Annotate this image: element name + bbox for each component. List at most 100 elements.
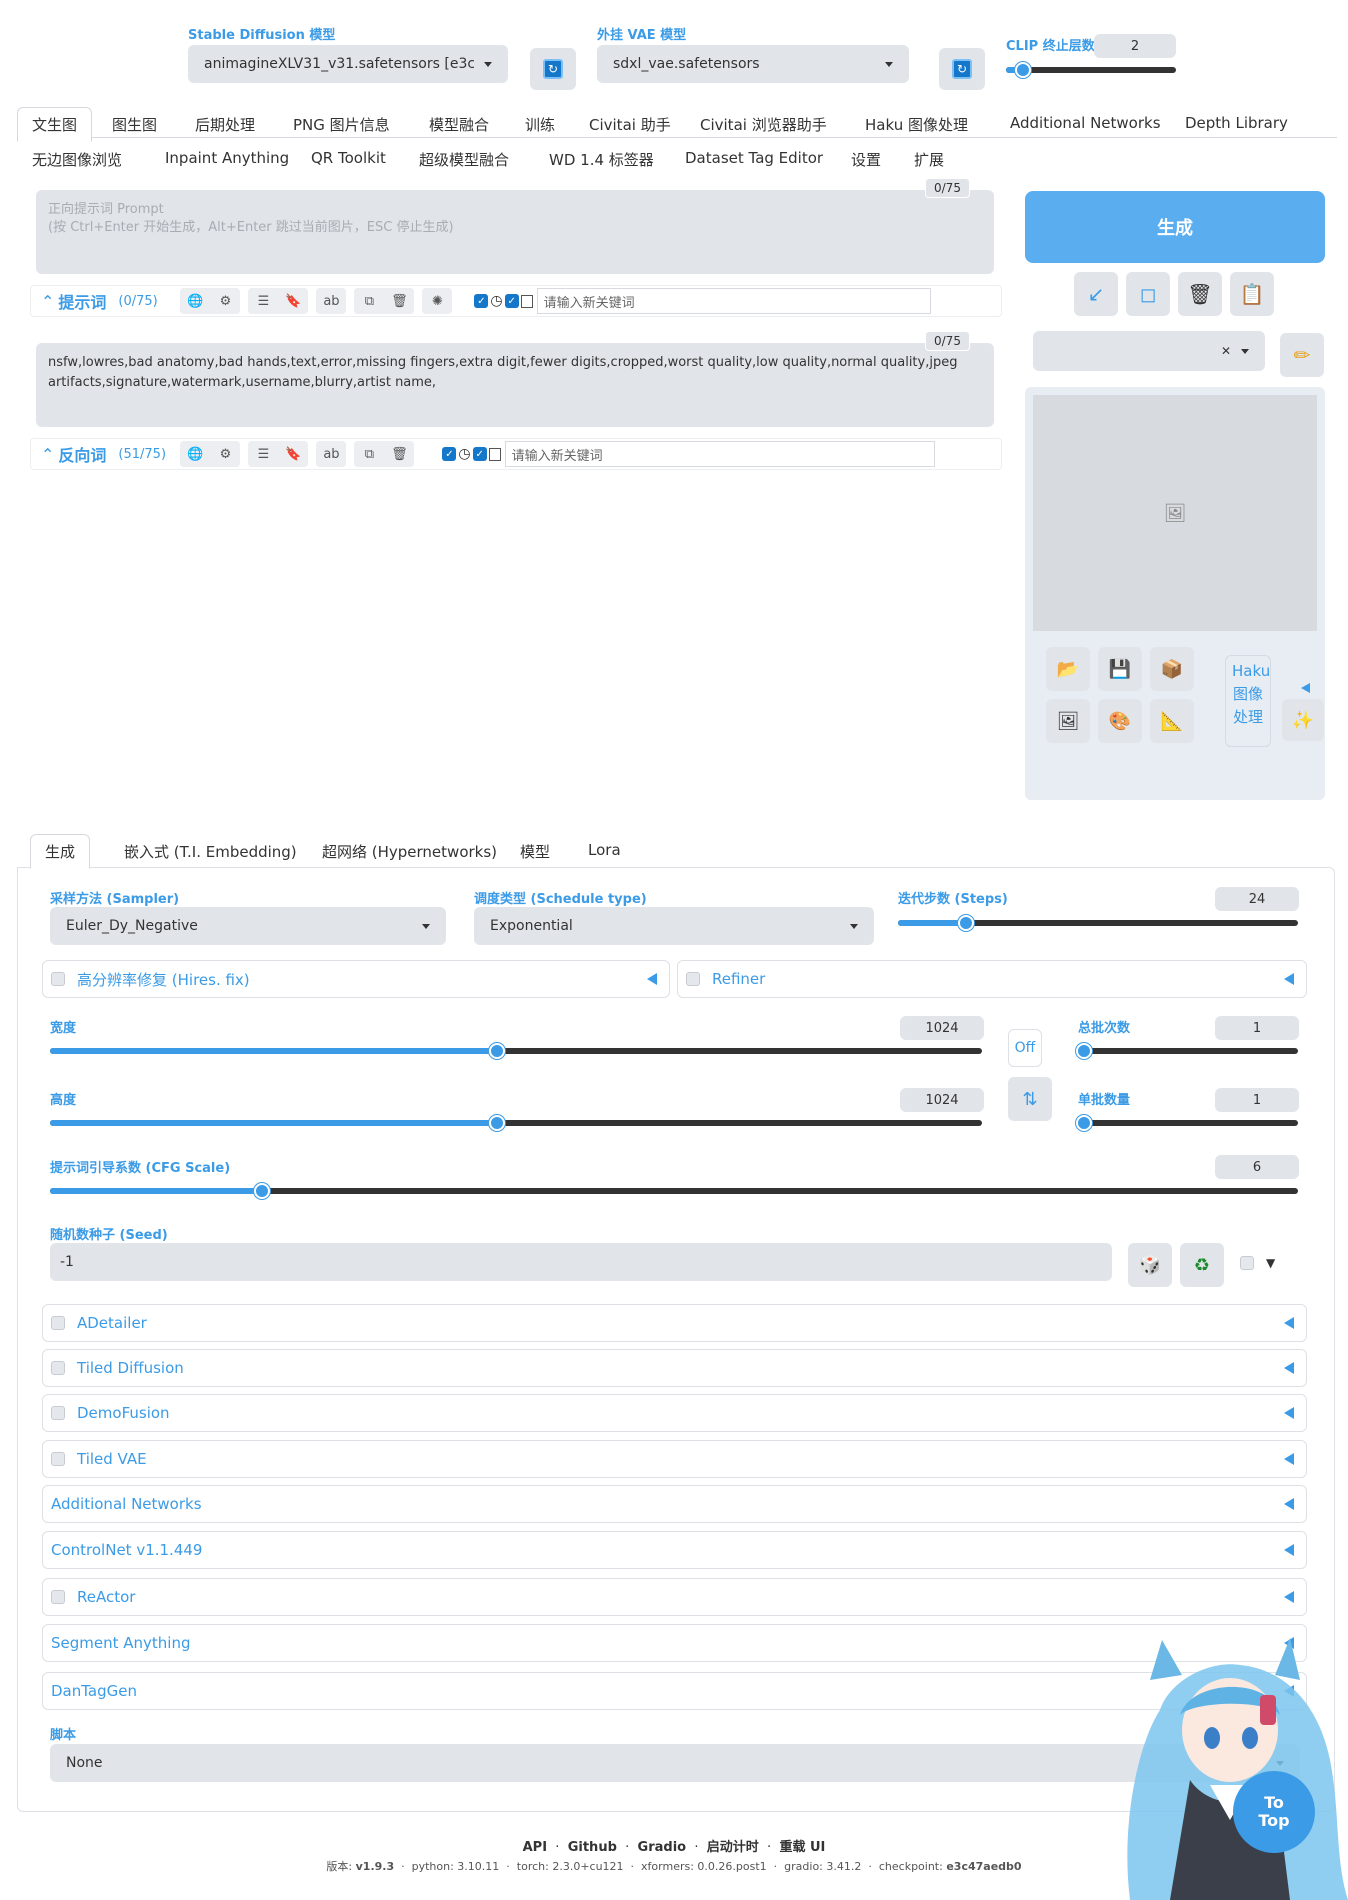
history-icon[interactable]: ☰ [248,288,279,314]
collapse-icon[interactable]: ⌃ [41,292,54,311]
gear-icon[interactable]: ⚙ [210,441,241,467]
panel-icon[interactable] [520,294,533,308]
accordion-checkbox[interactable] [51,1452,65,1466]
accordion-tiled-diffusion[interactable]: Tiled Diffusion [42,1349,1307,1387]
tab-main_tabs_row2-1[interactable]: Inpaint Anything [165,149,289,167]
panel-icon[interactable] [488,447,501,461]
slider-knob[interactable] [958,915,974,931]
image-icon[interactable]: 🖼 [1046,699,1090,743]
tab-main_tabs_row1-7[interactable]: Civitai 浏览器助手 [700,114,827,135]
sparkle-icon[interactable]: ✨ [1282,699,1324,741]
accordion-controlnet-v1-1-449[interactable]: ControlNet v1.1.449 [42,1531,1307,1569]
accordion-checkbox[interactable] [51,1406,65,1420]
tab-main_tabs_row2-3[interactable]: 超级模型融合 [419,149,509,170]
subtab-2[interactable]: 超网络 (Hypernetworks) [322,841,497,862]
tab-main_tabs_row1-9[interactable]: Additional Networks [1010,114,1161,132]
recycle-icon[interactable]: ♻ [1180,1243,1224,1287]
haku-accordion[interactable]: Haku 图像处理 [1225,655,1271,747]
tab-main_tabs_row1-10[interactable]: Depth Library [1185,114,1288,132]
slider-knob[interactable] [1076,1043,1092,1059]
cfg-input[interactable]: 6 [1215,1155,1299,1179]
cfg-slider[interactable] [50,1183,1298,1199]
seed-input[interactable]: -1 [50,1243,1112,1281]
copy-icon[interactable]: ⧉ [354,441,385,467]
generate-button[interactable]: 生成 [1025,191,1325,263]
bookmark-icon[interactable]: 🔖 [278,441,309,467]
tab-main_tabs_row1-0[interactable]: 文生图 [17,107,93,142]
tab-main_tabs_row1-8[interactable]: Haku 图像处理 [865,114,968,135]
clip-slider[interactable] [1006,62,1176,78]
schedule-select[interactable]: Exponential [474,907,874,945]
dice-icon[interactable]: 🎲 [1128,1243,1172,1287]
swap-icon[interactable]: ⇅ [1008,1077,1052,1121]
hires-checkbox[interactable] [51,972,65,986]
abc-icon[interactable]: ab [316,441,347,467]
subtab-1[interactable]: 嵌入式 (T.I. Embedding) [124,841,297,862]
negative-keyword-input[interactable]: 请输入新关键词 [504,441,935,467]
footer-link[interactable]: Gradio [638,1840,687,1855]
style-select[interactable]: ✕ [1033,331,1265,371]
history-icon[interactable]: ☰ [248,441,279,467]
height-slider[interactable] [50,1115,982,1131]
tab-main_tabs_row1-2[interactable]: 后期处理 [195,114,255,135]
tab-main_tabs_row2-5[interactable]: Dataset Tag Editor [685,149,823,167]
clipboard-icon[interactable]: 📋 [1230,272,1274,316]
trash-icon[interactable]: 🗑 [384,441,415,467]
refresh-vae-button[interactable]: ↻ [939,48,985,90]
batch-size-slider[interactable] [1076,1115,1298,1131]
ruler-icon[interactable]: 📐 [1150,699,1194,743]
height-input[interactable]: 1024 [900,1088,984,1112]
negative-textarea[interactable]: nsfw,lowres,bad anatomy,bad hands,text,e… [36,343,994,427]
slider-knob[interactable] [1015,62,1031,78]
accordion-checkbox[interactable] [51,1590,65,1604]
abc-icon[interactable]: ab [316,288,347,314]
accordion-reactor[interactable]: ReActor [42,1578,1307,1616]
refresh-model-button[interactable]: ↻ [530,48,576,90]
save-icon[interactable]: 💾 [1098,647,1142,691]
batch-size-input[interactable]: 1 [1215,1088,1299,1112]
prompt-keyword-input[interactable]: 请输入新关键词 [536,288,931,314]
steps-input[interactable]: 24 [1215,887,1299,911]
sampler-select[interactable]: Euler_Dy_Negative [50,907,446,945]
gear-icon[interactable]: ⚙ [210,288,241,314]
accordion-checkbox[interactable] [51,1316,65,1330]
subtab-0[interactable]: 生成 [30,834,91,869]
tab-main_tabs_row1-4[interactable]: 模型融合 [429,114,489,135]
tab-main_tabs_row1-5[interactable]: 训练 [525,114,555,135]
palette-icon[interactable]: 🎨 [1098,699,1142,743]
prompt-textarea[interactable]: 正向提示词 Prompt (按 Ctrl+Enter 开始生成，Alt+Ente… [36,190,994,274]
tab-main_tabs_row2-7[interactable]: 扩展 [914,149,944,170]
refiner-checkbox[interactable] [686,972,700,986]
hires-accordion[interactable]: 高分辨率修复 (Hires. fix) [42,960,670,998]
folder-icon[interactable]: 📂 [1046,647,1090,691]
batch-count-input[interactable]: 1 [1215,1016,1299,1040]
trash-icon[interactable]: 🗑 [1178,272,1222,316]
pencil-icon[interactable]: ✏ [1280,333,1324,377]
checkbox-icon[interactable]: ✓ [474,294,489,308]
translate-icon[interactable]: 🌐 [180,441,211,467]
square-icon[interactable]: ◻ [1126,272,1170,316]
refiner-accordion[interactable]: Refiner [677,960,1307,998]
subtab-4[interactable]: Lora [588,841,621,859]
accordion-checkbox[interactable] [51,1361,65,1375]
footer-link[interactable]: API [523,1840,547,1855]
accordion-adetailer[interactable]: ADetailer [42,1304,1307,1342]
checkbox-icon[interactable]: ✓ [442,447,457,461]
width-input[interactable]: 1024 [900,1016,984,1040]
tab-main_tabs_row2-4[interactable]: WD 1.4 标签器 [549,149,654,170]
translate-icon[interactable]: 🌐 [180,288,211,314]
off-button[interactable]: Off [1008,1029,1042,1067]
collapse-icon[interactable]: ⌃ [41,445,54,464]
bookmark-icon[interactable]: 🔖 [278,288,309,314]
extra-seed-checkbox[interactable] [1240,1256,1254,1270]
tab-main_tabs_row2-2[interactable]: QR Toolkit [311,149,386,167]
accordion-tiled-vae[interactable]: Tiled VAE [42,1440,1307,1478]
steps-slider[interactable] [898,915,1298,931]
subtab-3[interactable]: 模型 [520,841,550,862]
batch-count-slider[interactable] [1076,1043,1298,1059]
clock-icon[interactable]: ◷ [490,293,502,309]
width-slider[interactable] [50,1043,982,1059]
accordion-demofusion[interactable]: DemoFusion [42,1394,1307,1432]
tab-main_tabs_row1-3[interactable]: PNG 图片信息 [293,114,390,135]
accordion-additional-networks[interactable]: Additional Networks [42,1485,1307,1523]
